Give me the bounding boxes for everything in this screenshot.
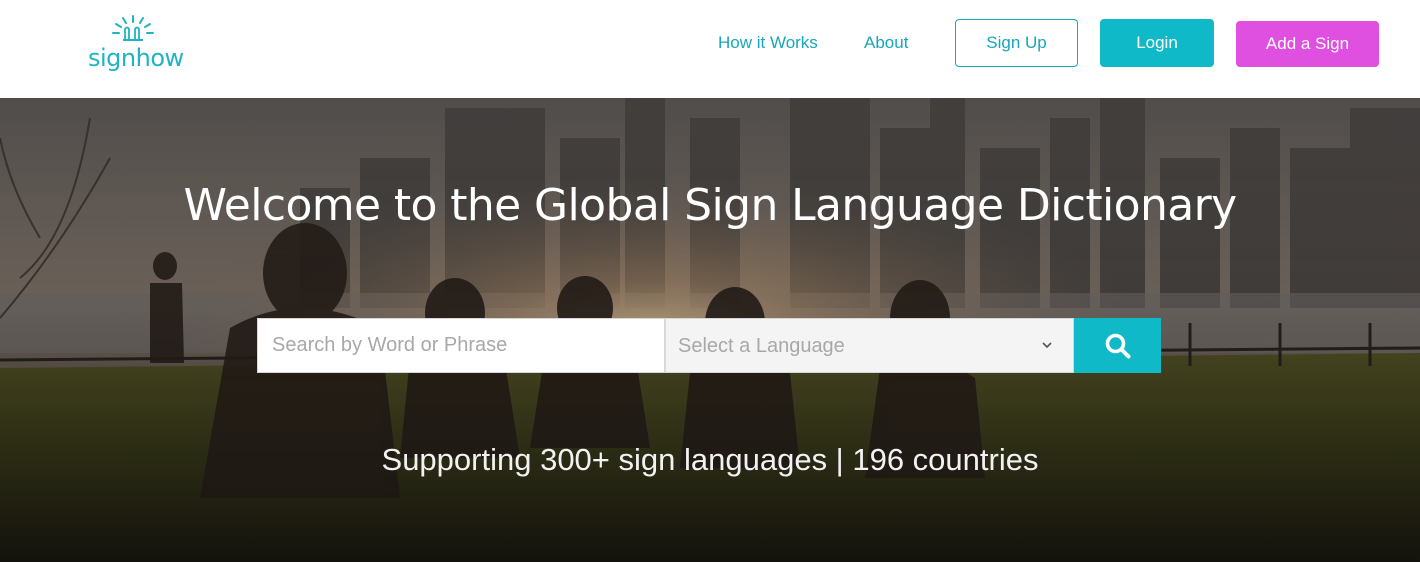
hero-tagline: Supporting 300+ sign languages | 196 cou… bbox=[381, 442, 1039, 477]
top-navbar: signhow How it Works About Sign Up Login… bbox=[0, 0, 1420, 98]
chevron-down-icon bbox=[1042, 342, 1052, 349]
signhow-logo[interactable]: signhow bbox=[86, 14, 184, 74]
hero-title: Welcome to the Global Sign Language Dict… bbox=[183, 180, 1237, 231]
sunburst-hands-icon bbox=[112, 15, 154, 41]
nav-about[interactable]: About bbox=[864, 33, 908, 53]
sign-up-button[interactable]: Sign Up bbox=[955, 19, 1078, 67]
search-button[interactable] bbox=[1074, 318, 1161, 373]
nav-how-it-works[interactable]: How it Works bbox=[718, 33, 818, 53]
hero-section: Welcome to the Global Sign Language Dict… bbox=[0, 98, 1420, 562]
search-bar: Select a Language bbox=[257, 318, 1161, 373]
language-select[interactable]: Select a Language bbox=[665, 318, 1074, 373]
search-input[interactable] bbox=[257, 318, 665, 373]
login-button[interactable]: Login bbox=[1100, 19, 1214, 67]
language-select-label: Select a Language bbox=[678, 335, 845, 357]
logo-wordmark: signhow bbox=[88, 44, 184, 72]
add-a-sign-button[interactable]: Add a Sign bbox=[1236, 21, 1379, 67]
search-icon bbox=[1105, 333, 1130, 358]
